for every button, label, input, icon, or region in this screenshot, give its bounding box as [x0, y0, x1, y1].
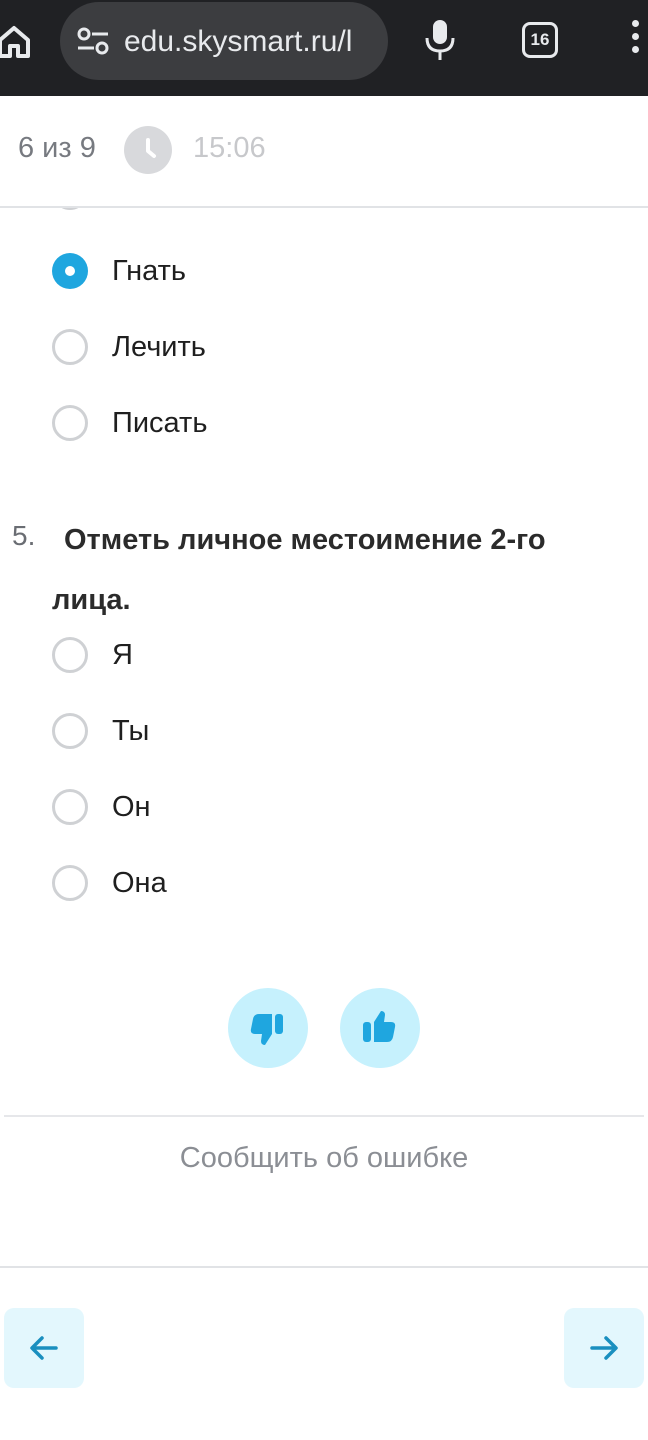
radio[interactable]: [52, 329, 88, 365]
tabs-icon[interactable]: 16: [522, 22, 558, 58]
site-settings-icon[interactable]: [76, 26, 110, 56]
option-label: Я: [112, 639, 133, 671]
option-on[interactable]: Он: [52, 787, 552, 827]
report-error-link[interactable]: Сообщить об ошибке: [0, 1142, 648, 1175]
divider: [4, 1115, 644, 1117]
radio[interactable]: [52, 865, 88, 901]
option-pisat[interactable]: Писать: [52, 403, 552, 443]
radio[interactable]: [52, 637, 88, 673]
question-number: 5.: [12, 520, 36, 551]
radio[interactable]: [52, 789, 88, 825]
option-gnat[interactable]: Гнать: [52, 251, 552, 291]
next-button[interactable]: [564, 1308, 644, 1388]
option-ya[interactable]: Я: [52, 635, 552, 675]
option-label: Лечить: [112, 331, 206, 363]
home-icon[interactable]: [0, 22, 34, 62]
dislike-button[interactable]: [228, 988, 308, 1068]
address-bar[interactable]: edu.skysmart.ru/l: [60, 2, 388, 80]
question-text-content: Отметь личное местоимение 2-го лица.: [52, 524, 546, 616]
thumbs-up-icon: [363, 1011, 396, 1042]
option-label: Писать: [112, 407, 208, 439]
radio-selected[interactable]: [52, 253, 88, 289]
progress-counter: 6 из 9: [18, 132, 96, 164]
divider: [0, 1266, 648, 1268]
arrow-left-icon: [30, 1336, 58, 1360]
option-label: Ты: [112, 715, 150, 747]
radio[interactable]: [52, 405, 88, 441]
like-button[interactable]: [340, 988, 420, 1068]
question-text: Отметь личное местоимение 2-го лица.: [52, 510, 612, 630]
option-ty[interactable]: Ты: [52, 711, 552, 751]
arrow-right-icon: [590, 1336, 618, 1360]
mic-icon[interactable]: [424, 18, 456, 62]
option-ona[interactable]: Она: [52, 863, 552, 903]
thumbs-down-icon: [250, 1014, 283, 1045]
radio[interactable]: [52, 713, 88, 749]
option-label: Она: [112, 867, 167, 899]
prev-button[interactable]: [4, 1308, 84, 1388]
browser-toolbar: edu.skysmart.ru/l 16: [0, 0, 648, 96]
clock-icon: [124, 126, 172, 174]
more-icon[interactable]: [628, 20, 642, 60]
option-label: Он: [112, 791, 151, 823]
option-label: Гнать: [112, 255, 186, 287]
progress-header: 6 из 9 15:06: [0, 96, 648, 208]
url-text[interactable]: edu.skysmart.ru/l: [124, 24, 382, 60]
option-lechit[interactable]: Лечить: [52, 327, 552, 367]
timer: 15:06: [193, 132, 266, 164]
